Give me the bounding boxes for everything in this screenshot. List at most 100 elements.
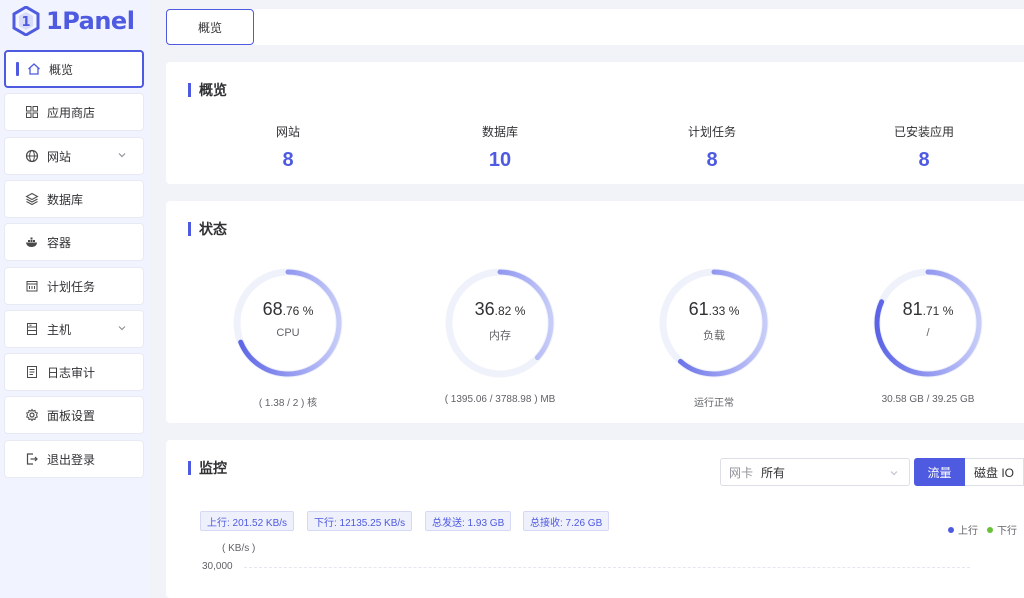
logout-icon [25, 452, 39, 466]
tab-bar: 概览 [166, 9, 1024, 45]
legend-download[interactable]: 下行 [987, 522, 1017, 537]
stat-installed-apps[interactable]: 已安装应用 8 [864, 123, 984, 172]
stat-value[interactable]: 8 [864, 149, 984, 172]
gauge-value: 81.71 % [868, 299, 988, 320]
legend-label: 下行 [997, 526, 1017, 537]
grid-icon [25, 105, 39, 119]
status-title: 状态 [188, 219, 227, 239]
chart-unit-label: ( KB/s ) [222, 543, 256, 554]
sidebar-item-websites[interactable]: 网站 [4, 137, 144, 175]
gauge-name: / [926, 327, 930, 339]
legend-upload[interactable]: 上行 [948, 522, 978, 537]
sidebar-item-label: 网站 [47, 149, 72, 164]
stat-value[interactable]: 8 [652, 149, 772, 172]
sidebar-item-databases[interactable]: 数据库 [4, 180, 144, 218]
sidebar-item-overview[interactable]: 概览 [4, 50, 144, 88]
sidebar-item-log-audit[interactable]: 日志审计 [4, 353, 144, 391]
gauge-dec: .33 [708, 304, 726, 318]
sidebar-item-label: 退出登录 [47, 452, 96, 467]
status-card: 状态 68.76 % CPU ( 1.38 / 2 ) 核 36.82 % 内存… [166, 201, 1024, 423]
nic-select-value: 所有 [761, 465, 786, 480]
svg-text:1: 1 [21, 15, 30, 30]
globe-icon [25, 149, 39, 163]
gauge-int: 68 [262, 299, 283, 319]
gear-icon [25, 408, 39, 422]
gauge-name: CPU [276, 327, 300, 339]
gauge-value: 61.33 % [654, 299, 774, 320]
gauge-disk-detail: 30.58 GB / 39.25 GB [881, 394, 975, 405]
overview-title: 概览 [188, 80, 227, 100]
gauge-load: 61.33 % 负载 [654, 263, 774, 383]
chip-upload-rate: 上行: 201.52 KB/s [200, 511, 295, 531]
gauge-cpu-detail: ( 1.38 / 2 ) 核 [258, 398, 318, 409]
stat-label: 计划任务 [687, 125, 736, 139]
chart-y-tick: 30,000 [202, 561, 233, 572]
monitor-card: 监控 网卡 所有 流量 磁盘 IO 上行: 201.52 KB/s 下行: 12… [166, 440, 1024, 598]
gauge-cpu: 68.76 % CPU [228, 263, 348, 383]
gauge-ring [873, 268, 983, 378]
gauge-value: 68.76 % [228, 299, 348, 320]
home-icon [27, 62, 41, 76]
logo-icon: 1 [12, 6, 40, 36]
chevron-down-icon [890, 471, 898, 476]
gauge-memory: 36.82 % 内存 [440, 263, 560, 383]
overview-title-text: 概览 [199, 82, 227, 98]
sidebar-item-logout[interactable]: 退出登录 [4, 440, 144, 478]
tab-overview[interactable]: 概览 [166, 9, 254, 45]
stat-label: 已安装应用 [893, 125, 954, 139]
stat-databases[interactable]: 数据库 10 [440, 123, 560, 172]
gauge-int: 61 [688, 299, 709, 319]
gauge-name: 内存 [489, 330, 511, 342]
gauge-unit: % [302, 304, 314, 318]
stat-websites[interactable]: 网站 8 [228, 123, 348, 172]
stat-value[interactable]: 10 [440, 149, 560, 172]
gauge-dec: .76 [282, 304, 300, 318]
legend-dot [987, 526, 993, 533]
legend-label: 上行 [958, 526, 978, 537]
chip-total-received: 总接收: 7.26 GB [523, 511, 610, 531]
sidebar-item-panel-settings[interactable]: 面板设置 [4, 396, 144, 434]
chip-total-sent: 总发送: 1.93 GB [425, 511, 512, 531]
sidebar-item-app-store[interactable]: 应用商店 [4, 93, 144, 131]
sidebar-item-label: 日志审计 [47, 365, 96, 380]
calendar-icon [25, 279, 39, 293]
stat-label: 数据库 [481, 125, 518, 139]
gauge-value: 36.82 % [440, 299, 560, 320]
layers-icon [25, 192, 39, 206]
gauge-ring [445, 268, 555, 378]
sidebar-item-label: 应用商店 [47, 105, 96, 120]
log-icon [25, 365, 39, 379]
nic-select-prefix: 网卡 [729, 465, 754, 480]
nic-select[interactable]: 网卡 所有 [720, 458, 910, 486]
gauge-unit: % [514, 304, 526, 318]
sidebar-item-cron-jobs[interactable]: 计划任务 [4, 267, 144, 305]
sidebar-item-containers[interactable]: 容器 [4, 223, 144, 261]
title-marker [188, 222, 191, 236]
monitor-title-text: 监控 [199, 460, 227, 476]
stat-cron-jobs[interactable]: 计划任务 8 [652, 123, 772, 172]
sidebar-item-host[interactable]: 主机 [4, 310, 144, 348]
title-marker [188, 461, 191, 475]
sidebar-item-label: 容器 [47, 235, 72, 250]
gauge-memory-detail: ( 1395.06 / 3788.98 ) MB [444, 394, 556, 405]
sidebar-item-label: 主机 [47, 322, 72, 337]
docker-icon [25, 235, 39, 249]
gauge-dec: .71 [922, 304, 940, 318]
chevron-down-icon[interactable] [117, 323, 127, 333]
stat-value[interactable]: 8 [228, 149, 348, 172]
server-icon [25, 322, 39, 336]
monitor-title: 监控 [188, 458, 227, 478]
sidebar-item-label: 概览 [49, 62, 74, 77]
sidebar-item-label: 数据库 [47, 192, 84, 207]
logo[interactable]: 1 1Panel [12, 4, 135, 38]
gauge-ring [233, 268, 343, 378]
chevron-down-icon[interactable] [117, 150, 127, 160]
gauge-unit: % [942, 304, 954, 318]
sidebar: 1 1Panel 概览 应用商店 网站 数据库 容器 计划任务 主机 日志审计 … [0, 0, 150, 598]
gauge-name: 负载 [703, 330, 725, 342]
traffic-button[interactable]: 流量 [914, 458, 965, 486]
status-title-text: 状态 [199, 221, 227, 237]
logo-text: 1Panel [46, 7, 135, 35]
legend-dot [948, 526, 954, 533]
disk-io-button[interactable]: 磁盘 IO [965, 458, 1024, 486]
